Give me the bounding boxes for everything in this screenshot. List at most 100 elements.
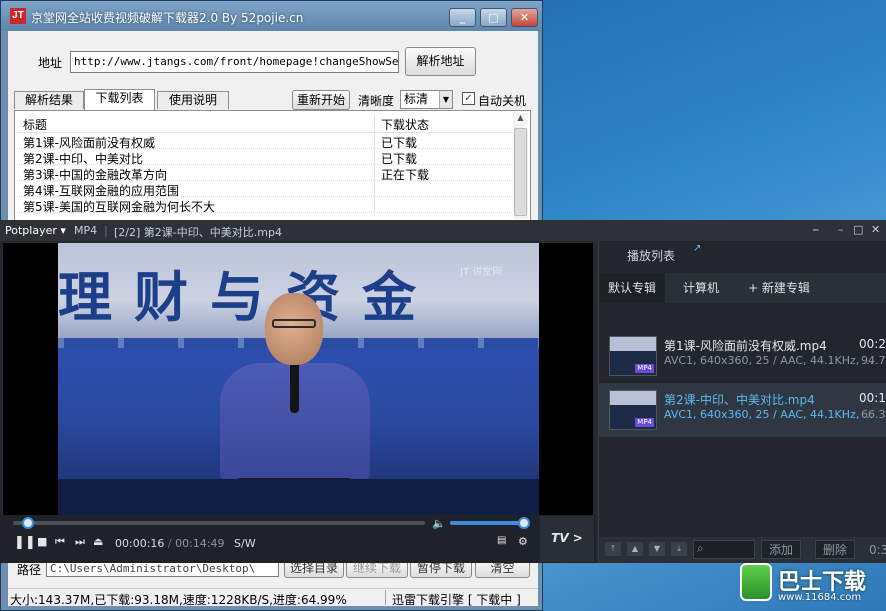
scroll-up-icon[interactable]: ▲ [513,113,528,127]
gear-icon[interactable]: ⚙ [518,535,528,548]
tab-default-album[interactable]: 默认专辑 [599,273,666,303]
item-name: 第1课-风险面前没有权威.mp4 [664,339,827,353]
new-album-button[interactable]: + 新建专辑 [739,273,819,303]
tv-button[interactable]: TV > [540,516,594,562]
tab-download-list[interactable]: 下载列表 [84,89,155,110]
seek-bar[interactable] [13,517,425,529]
status-engine-text: 迅雷下载引擎 [ 下载中 ] [392,593,521,607]
control-bar: 🔈 ❚❚ ■ ⏮ ⏭ ⏏ 00:00:16 / 00:14:49 S/W ▤ ⚙… [0,515,596,563]
quality-label: 清晰度 [358,94,395,108]
auto-shutdown-checkbox[interactable]: ✓ [462,92,475,105]
url-label: 地址 [38,56,63,70]
site-logo: 巴士下载 www.11684.com [740,560,886,611]
playlist-header: 播放列表 ↗ [599,241,886,267]
previous-icon[interactable]: ⏮ [55,535,65,549]
quality-value: 标清 [404,92,429,106]
format-label: MP4 [74,224,98,237]
minimize-button[interactable]: _ [449,8,476,27]
table-row[interactable]: 第3课-中国的金融改革方向 正在下载 [17,165,514,182]
list-scrollbar[interactable]: ▲ [513,113,528,219]
time-total: 00:14:49 [175,537,225,550]
status-progress-text: 大小:143.37M,已下载:93.18M,速度:1228KB/S,进度:64.… [10,593,347,607]
item-size: 94.7M [861,354,886,367]
close-icon[interactable]: ✕ [871,223,880,236]
maximize-button[interactable]: □ [480,8,507,27]
stop-icon[interactable]: ■ [37,535,47,548]
volume-slider[interactable] [450,517,530,529]
move-top-icon[interactable]: ⤒ [605,542,621,556]
volume-handle[interactable] [518,517,530,529]
playlist-bottom-right-text: 0:3 [869,543,886,557]
tab-instructions[interactable]: 使用说明 [157,91,229,109]
search-icon: ⌕ [697,541,704,555]
column-status[interactable]: 下载状态 [381,116,429,133]
time-mode[interactable]: S/W [234,537,256,550]
video-thumbnail: MP4 [609,336,657,376]
item-size: 66.3M [861,408,886,421]
window-title: 京堂网全站收费视频破解下载器2.0 By 52pojie.cn [31,11,304,25]
seek-handle[interactable] [22,517,35,529]
move-down-icon[interactable]: ▼ [649,542,665,556]
playlist-toggle-icon[interactable]: ▤ [497,535,506,546]
item-duration: 00:14 [859,391,886,405]
chevron-down-icon[interactable]: ▼ [439,91,452,108]
file-title: [2/2] 第2课-中印、中美对比.mp4 [114,226,282,239]
item-duration: 00:21 [859,337,886,351]
table-row[interactable]: 第5课-美国的互联网金融为何长不大 [17,197,514,214]
next-icon[interactable]: ⏭ [75,535,85,549]
quality-select[interactable]: 标清 ▼ [400,90,453,109]
download-list: 标题 下载状态 第1课-风险面前没有权威 已下载 第2课-中印、中美对比 已下载… [17,115,514,214]
time-current: 00:00:16 [115,537,165,550]
potplayer-window: Potplayer ▾ MP4 | [2/2] 第2课-中印、中美对比.mp4 … [0,220,886,563]
parse-url-button[interactable]: 解析地址 [405,47,476,76]
item-info: AVC1, 640x360, 25 / AAC, 44.1KHz, ... [664,354,874,367]
playlist-item[interactable]: MP4 第1课-风险面前没有权威.mp4 00:21 AVC1, 640x360… [599,329,886,383]
format-badge: MP4 [635,364,654,373]
app-icon: JT [10,8,26,24]
table-row[interactable]: 第4课-互联网金融的应用范围 [17,181,514,198]
playlist-search-input[interactable]: ⌕ [693,540,755,559]
download-list-panel: 标题 下载状态 第1课-风险面前没有权威 已下载 第2课-中印、中美对比 已下载… [14,110,531,222]
close-button[interactable]: ✕ [511,8,538,27]
playlist-panel: 播放列表 ↗ 默认专辑 计算机 + 新建专辑 MP4 第1课-风险面前没有权威.… [598,241,886,563]
tab-computer[interactable]: 计算机 [674,273,728,303]
tab-parse-results[interactable]: 解析结果 [14,91,84,109]
item-name: 第2课-中印、中美对比.mp4 [664,393,815,407]
maximize-icon[interactable]: □ [853,223,863,236]
pause-icon[interactable]: ❚❚ [14,535,36,550]
player-titlebar[interactable]: Potplayer ▾ MP4 | [2/2] 第2课-中印、中美对比.mp4 … [0,220,886,241]
playlist-item-selected[interactable]: MP4 第2课-中印、中美对比.mp4 00:14 AVC1, 640x360,… [599,383,886,437]
auto-shutdown-label: 自动关机 [478,94,527,108]
url-input[interactable]: http://www.jtangs.com/front/homepage!cha… [70,51,399,73]
add-button[interactable]: 添加 [761,540,802,559]
logo-url: www.11684.com [778,592,862,603]
pin-icon[interactable]: ⎯ [813,223,819,237]
volume-icon[interactable]: 🔈 [432,517,446,530]
playlist-title: 播放列表 [627,249,676,263]
move-bottom-icon[interactable]: ⤓ [671,542,687,556]
minimize-icon[interactable]: – [838,223,844,236]
move-up-icon[interactable]: ▲ [627,542,643,556]
time-display[interactable]: 00:00:16 / 00:14:49 S/W [115,537,256,550]
video-thumbnail: MP4 [609,390,657,430]
table-row[interactable]: 第1课-风险面前没有权威 已下载 [17,133,514,150]
eject-icon[interactable]: ⏏ [93,535,103,548]
scroll-thumb[interactable] [514,128,527,216]
list-header: 标题 下载状态 [17,115,514,133]
path-label: 路径 [17,563,42,577]
popout-icon[interactable]: ↗ [693,243,701,254]
logo-badge-icon [740,563,772,601]
album-tabs: 默认专辑 计算机 + 新建专辑 [599,273,886,303]
potplayer-menu[interactable]: Potplayer ▾ [5,224,66,237]
row-title: 第5课-美国的互联网金融为何长不大 [23,200,215,214]
downloader-titlebar[interactable]: JT 京堂网全站收费视频破解下载器2.0 By 52pojie.cn _ □ ✕ [1,1,542,31]
video-frame: 理财与资金 JT 讲堂网 [58,243,539,515]
status-bar: 大小:143.37M,已下载:93.18M,速度:1228KB/S,进度:64.… [8,588,538,607]
delete-button[interactable]: 删除 [815,540,856,559]
restart-button[interactable]: 重新开始 [292,90,350,110]
column-title[interactable]: 标题 [23,116,47,133]
format-badge: MP4 [635,418,654,427]
video-area[interactable]: 理财与资金 JT 讲堂网 [3,243,593,515]
item-info: AVC1, 640x360, 25 / AAC, 44.1KHz, ... [664,408,874,421]
table-row[interactable]: 第2课-中印、中美对比 已下载 [17,149,514,166]
